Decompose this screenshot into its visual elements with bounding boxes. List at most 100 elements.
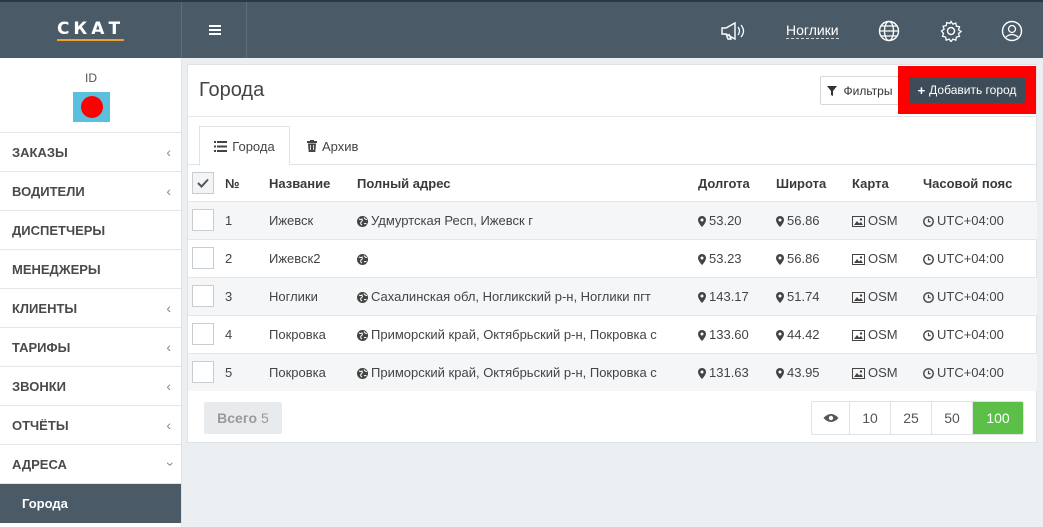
address-text: Приморский край, Октябрьский р-н, Покров… <box>371 326 657 342</box>
image-icon <box>852 253 865 265</box>
image-icon <box>852 291 865 303</box>
timezone-text: UTC+04:00 <box>937 212 1004 228</box>
address-text: Удмуртская Респ, Ижевск г <box>371 212 534 228</box>
map-text: OSM <box>868 326 898 342</box>
select-all-checkbox[interactable] <box>192 172 214 195</box>
timezone-text: UTC+04:00 <box>937 288 1004 304</box>
column-header[interactable]: Название <box>269 166 357 201</box>
longitude-text: 133.60 <box>709 326 749 342</box>
tab-archive[interactable]: Архив <box>307 126 358 166</box>
map-pin-icon <box>776 291 784 303</box>
column-header[interactable]: № <box>225 166 269 201</box>
map-pin-icon <box>776 329 784 341</box>
logo-area[interactable]: СКАТ <box>0 2 182 58</box>
trash-icon <box>307 140 317 152</box>
page-title: Города <box>199 79 265 101</box>
megaphone-icon[interactable] <box>720 18 746 44</box>
row-checkbox[interactable] <box>192 323 214 345</box>
chevron-down-icon: ‹ <box>160 461 177 467</box>
sidebar-item-calls[interactable]: ЗВОНКИ ‹ <box>0 367 181 406</box>
page-size-option-active[interactable]: 100 <box>973 402 1023 434</box>
table-row[interactable]: 3 Ноглики Сахалинская обл, Ногликский р-н,… <box>188 276 1037 315</box>
avatar[interactable] <box>73 92 110 122</box>
cell-map: OSM <box>852 276 923 315</box>
sidebar-item-label: ДИСПЕТЧЕРЫ <box>12 222 106 238</box>
sidebar-item-managers[interactable]: МЕНЕДЖЕРЫ <box>0 250 181 289</box>
tab-cities[interactable]: Города <box>199 126 290 166</box>
profile-id-label: ID <box>85 71 97 85</box>
row-checkbox[interactable] <box>192 285 214 307</box>
page-size-option[interactable]: 50 <box>932 402 973 434</box>
map-text: OSM <box>868 212 898 228</box>
page-size-option[interactable]: 10 <box>850 402 891 434</box>
sidebar-item-drivers[interactable]: ВОДИТЕЛИ ‹ <box>0 172 181 211</box>
sidebar-item-clients[interactable]: КЛИЕНТЫ ‹ <box>0 289 181 328</box>
sidebar-item-dispatchers[interactable]: ДИСПЕТЧЕРЫ <box>0 211 181 250</box>
table-row[interactable]: 2 Ижевск2 53.23 56.86 OSM UTC+04:00 <box>188 238 1037 277</box>
total-value: 5 <box>261 410 269 426</box>
user-icon[interactable] <box>999 18 1025 44</box>
column-header[interactable]: Широта <box>776 166 852 201</box>
cell-longitude: 133.60 <box>698 314 776 353</box>
column-header[interactable]: Полный адрес <box>357 166 698 201</box>
sidebar-item-label: ЗАКАЗЫ <box>12 144 68 160</box>
latitude-text: 56.86 <box>787 212 820 228</box>
add-city-button[interactable]: + Добавить город <box>909 77 1025 103</box>
longitude-text: 131.63 <box>709 364 749 380</box>
table-row[interactable]: 5 Покровка Приморский край, Октябрьский р-… <box>188 352 1037 391</box>
cell-latitude: 56.86 <box>776 200 852 239</box>
filter-icon <box>826 85 837 96</box>
cell-timezone: UTC+04:00 <box>923 276 1037 315</box>
filters-button[interactable]: Фильтры <box>820 76 899 105</box>
map-text: OSM <box>868 288 898 304</box>
cell-map: OSM <box>852 238 923 277</box>
cell-longitude: 143.17 <box>698 276 776 315</box>
globe-icon[interactable] <box>876 18 902 44</box>
map-pin-icon <box>776 253 784 265</box>
row-checkbox[interactable] <box>192 209 214 231</box>
clock-icon <box>923 329 934 341</box>
cell-latitude: 51.74 <box>776 276 852 315</box>
globe-icon <box>357 367 368 379</box>
cell-longitude: 53.20 <box>698 200 776 239</box>
latitude-text: 56.86 <box>787 250 820 266</box>
map-pin-icon <box>698 215 706 227</box>
sidebar-item-label: АДРЕСА <box>12 456 67 472</box>
sidebar-item-label: ОТЧЁТЫ <box>12 417 69 433</box>
clock-icon <box>923 367 934 379</box>
row-checkbox[interactable] <box>192 361 214 384</box>
sidebar-subitem-cities[interactable]: Города <box>0 484 181 523</box>
current-city-link[interactable]: Ноглики <box>786 22 839 39</box>
menu-toggle-area[interactable] <box>183 2 247 58</box>
page-size-option[interactable]: 25 <box>891 402 932 434</box>
table-row[interactable]: 4 Покровка Приморский край, Октябрьский р-… <box>188 314 1037 353</box>
sidebar-item-tariffs[interactable]: ТАРИФЫ ‹ <box>0 328 181 367</box>
sidebar-item-addresses[interactable]: АДРЕСА ‹ <box>0 445 181 484</box>
cell-latitude: 43.95 <box>776 352 852 391</box>
cell-name: Покровка <box>269 314 357 353</box>
eye-icon[interactable] <box>812 402 850 434</box>
chevron-left-icon: ‹ <box>166 183 171 199</box>
table-row[interactable]: 1 Ижевск Удмуртская Респ, Ижевск г 53.20 56.… <box>188 200 1037 239</box>
hamburger-icon[interactable] <box>208 25 221 35</box>
row-checkbox[interactable] <box>192 247 214 269</box>
sidebar-item-reports[interactable]: ОТЧЁТЫ ‹ <box>0 406 181 445</box>
top-navbar: СКАТ Ноглики <box>0 0 1043 58</box>
add-city-button-label: Добавить город <box>929 83 1017 97</box>
column-header[interactable]: Карта <box>852 166 923 201</box>
sidebar-item-label: ВОДИТЕЛИ <box>12 183 85 199</box>
tab-label: Архив <box>322 138 359 154</box>
sidebar: ID ЗАКАЗЫ ‹ ВОДИТЕЛИ ‹ ДИСПЕТЧЕРЫ МЕНЕДЖЕР… <box>0 58 182 527</box>
map-pin-icon <box>698 329 706 341</box>
column-header[interactable]: Часовой пояс <box>923 166 1037 201</box>
main-panel: Города Фильтры + Добавить город Города А… <box>187 64 1037 443</box>
map-text: OSM <box>868 250 898 266</box>
sidebar-item-orders[interactable]: ЗАКАЗЫ ‹ <box>0 133 181 172</box>
gear-icon[interactable] <box>938 18 964 44</box>
cell-name: Ижевск <box>269 200 357 239</box>
filters-button-label: Фильтры <box>843 83 893 98</box>
column-header[interactable]: Долгота <box>698 166 776 201</box>
chevron-left-icon: ‹ <box>166 144 171 160</box>
image-icon <box>852 329 865 341</box>
cell-num: 2 <box>225 238 269 277</box>
